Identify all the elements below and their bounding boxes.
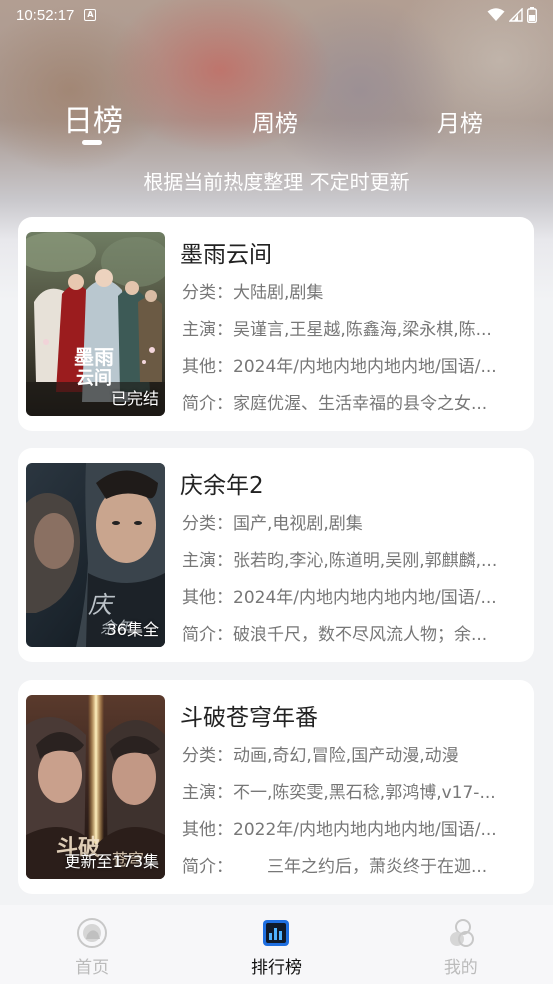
ranking-card[interactable]: 墨雨 云间 已完结 墨雨云间 分类： 大陆剧,剧集 主演： 吴谨言,王星越,陈鑫…: [18, 217, 534, 431]
other-label: 其他：: [182, 588, 233, 608]
status-time: 10:52:17: [16, 6, 75, 24]
signal-icon: [509, 8, 523, 22]
other-row: 其他： 2024年/内地内地内地内地/国语/...: [182, 583, 518, 608]
tab-daily[interactable]: 日榜: [63, 96, 123, 140]
cast-value: 不一,陈奕雯,黑石稔,郭鸿博,v17-...: [233, 783, 496, 803]
svg-text:庆: 庆: [88, 591, 116, 619]
bottom-nav: 首页 排行榜 我的: [0, 905, 553, 984]
category-value: 动画,奇幻,冒险,国产动漫,动漫: [233, 746, 459, 766]
other-label: 其他：: [182, 820, 233, 840]
nav-item-profile[interactable]: 我的: [369, 905, 553, 984]
poster-image[interactable]: 斗破 苍穹 更新至173集: [26, 695, 165, 879]
battery-icon: [527, 7, 537, 23]
poster-image[interactable]: 墨雨 云间 已完结: [26, 232, 165, 416]
intro-row: 简介： 破浪千尺，数不尽风流人物；余...: [182, 620, 518, 645]
category-label: 分类：: [182, 514, 233, 534]
cast-value: 张若昀,李沁,陈道明,吴刚,郭麒麟,...: [233, 551, 498, 571]
item-title[interactable]: 庆余年2: [180, 466, 264, 500]
tab-monthly[interactable]: 月榜: [437, 104, 483, 138]
ranking-card[interactable]: 斗破 苍穹 更新至173集 斗破苍穹年番 分类： 动画,奇幻,冒险,国产动漫,动…: [18, 680, 534, 894]
category-label: 分类：: [182, 746, 233, 766]
ranking-card[interactable]: 庆 余年 36集全 庆余年2 分类： 国产,电视剧,剧集 主演： 张若昀,李沁,…: [18, 448, 534, 662]
intro-value: 三年之约后，萧炎终于在迦...: [233, 857, 488, 877]
other-value: 2022年/内地内地内地内地/国语/...: [233, 820, 497, 840]
svg-text:云间: 云间: [76, 368, 112, 389]
other-row: 其他： 2024年/内地内地内地内地/国语/...: [182, 352, 518, 377]
status-bar: 10:52:17 A: [0, 0, 553, 30]
other-label: 其他：: [182, 357, 233, 377]
other-value: 2024年/内地内地内地内地/国语/...: [233, 588, 497, 608]
intro-label: 简介：: [182, 857, 233, 877]
category-row: 分类： 大陆剧,剧集: [182, 278, 518, 303]
other-row: 其他： 2022年/内地内地内地内地/国语/...: [182, 815, 518, 840]
tab-weekly[interactable]: 周榜: [252, 104, 298, 138]
intro-value: 破浪千尺，数不尽风流人物；余...: [233, 625, 488, 645]
cast-value: 吴谨言,王星越,陈鑫海,梁永棋,陈...: [233, 320, 492, 340]
nav-label-home: 首页: [75, 958, 110, 978]
intro-row: 简介： 三年之约后，萧炎终于在迦...: [182, 852, 518, 877]
cast-row: 主演： 张若昀,李沁,陈道明,吴刚,郭麒麟,...: [182, 546, 518, 571]
category-value: 国产,电视剧,剧集: [233, 514, 363, 534]
poster-image[interactable]: 庆 余年 36集全: [26, 463, 165, 647]
category-label: 分类：: [182, 283, 233, 303]
intro-label: 简介：: [182, 625, 233, 645]
episode-badge: 更新至173集: [64, 852, 159, 871]
wifi-icon: [487, 8, 505, 21]
cast-label: 主演：: [182, 783, 233, 803]
cast-label: 主演：: [182, 551, 233, 571]
category-value: 大陆剧,剧集: [233, 283, 324, 303]
home-icon: [77, 918, 108, 948]
episode-badge: 已完结: [110, 389, 159, 408]
intro-row: 简介： 家庭优渥、生活幸福的县令之女...: [182, 389, 518, 414]
cast-row: 主演： 吴谨言,王星越,陈鑫海,梁永棋,陈...: [182, 315, 518, 340]
profile-icon: [449, 919, 474, 947]
ranking-icon: [263, 920, 290, 946]
episode-badge: 36集全: [106, 620, 159, 639]
cast-row: 主演： 不一,陈奕雯,黑石稔,郭鸿博,v17-...: [182, 778, 518, 803]
tab-active-indicator: [82, 140, 102, 145]
nav-label-ranking: 排行榜: [250, 958, 302, 978]
nav-item-ranking[interactable]: 排行榜: [184, 905, 368, 984]
status-icons: [487, 7, 537, 23]
item-title[interactable]: 斗破苍穹年番: [180, 698, 318, 732]
nav-item-home[interactable]: 首页: [0, 905, 184, 984]
a-badge-icon: A: [84, 9, 97, 21]
cast-label: 主演：: [182, 320, 233, 340]
category-row: 分类： 国产,电视剧,剧集: [182, 509, 518, 534]
intro-value: 家庭优渥、生活幸福的县令之女...: [233, 394, 488, 414]
ranking-subtitle: 根据当前热度整理 不定时更新: [143, 170, 410, 194]
other-value: 2024年/内地内地内地内地/国语/...: [233, 357, 497, 377]
intro-label: 简介：: [182, 394, 233, 414]
ranking-tabs: 日榜 周榜 月榜: [0, 92, 553, 152]
item-title[interactable]: 墨雨云间: [180, 235, 272, 269]
category-row: 分类： 动画,奇幻,冒险,国产动漫,动漫: [182, 741, 518, 766]
nav-label-profile: 我的: [443, 958, 478, 978]
svg-text:墨雨: 墨雨: [74, 345, 114, 369]
